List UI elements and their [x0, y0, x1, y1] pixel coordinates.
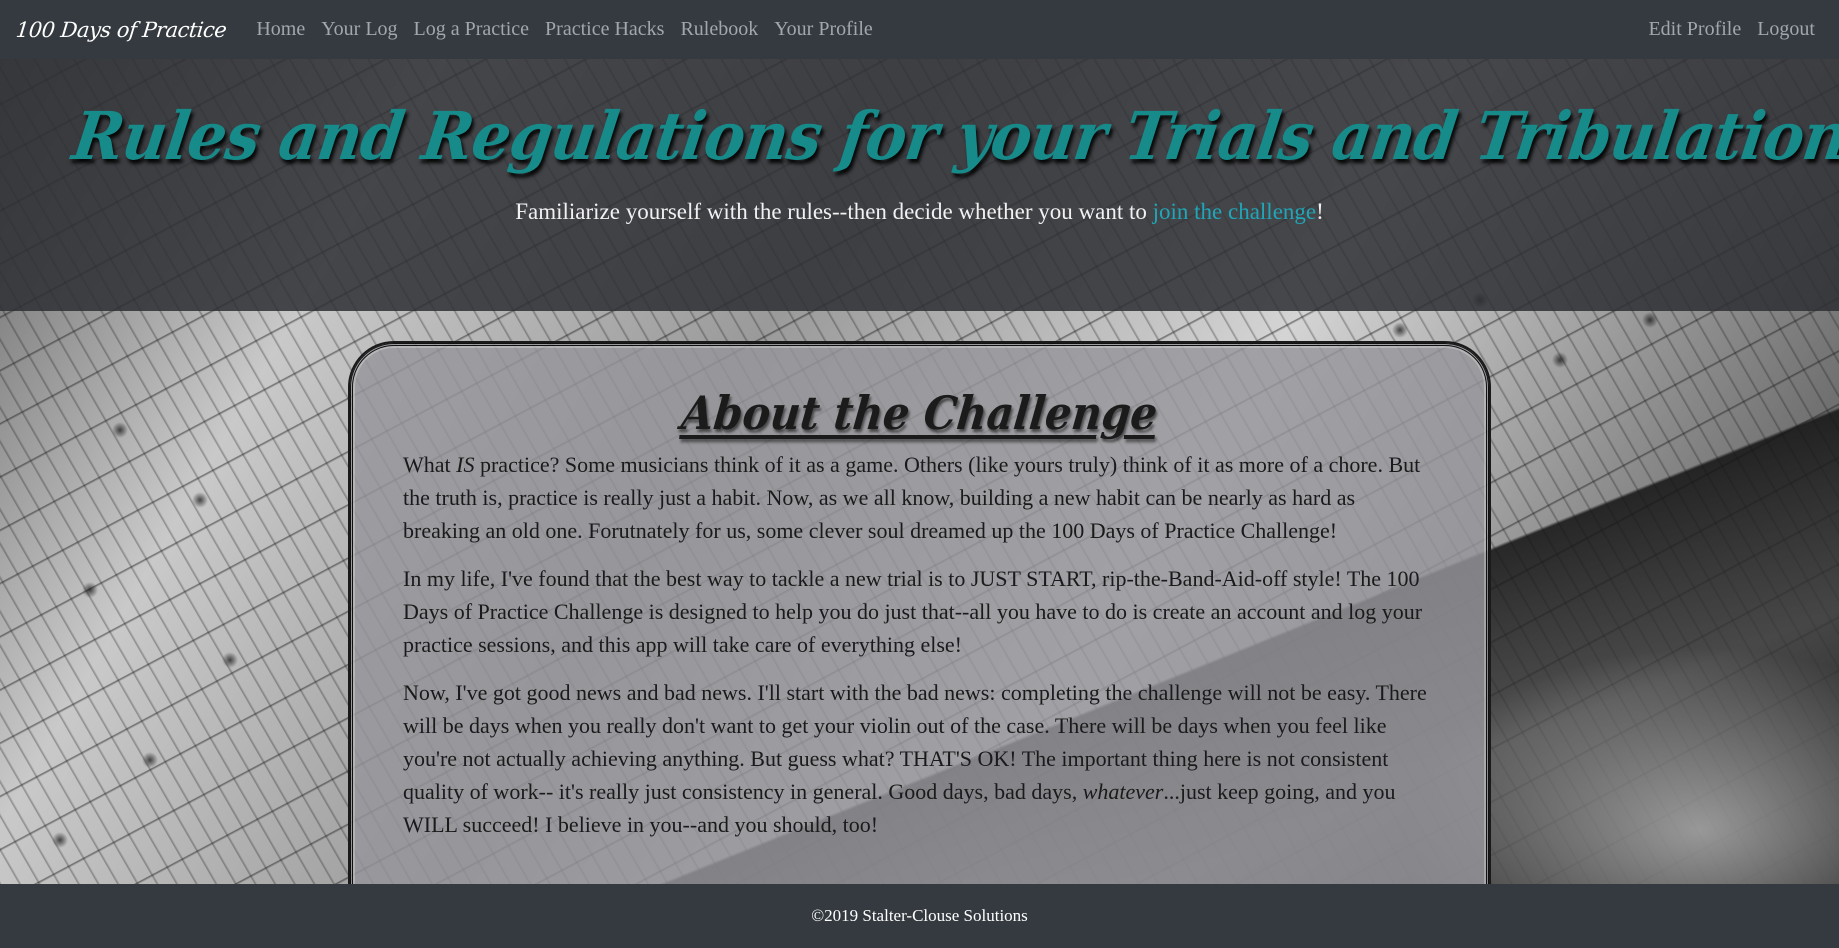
brand-logo-link[interactable]: 100 Days of Practice [15, 18, 228, 42]
nav-link-home[interactable]: Home [248, 18, 313, 41]
paragraph-3: Now, I've got good news and bad news. I'… [403, 676, 1436, 841]
nav-left-group: 100 Days of Practice Home Your Log Log a… [15, 18, 881, 42]
nav-link-your-profile[interactable]: Your Profile [766, 18, 881, 41]
nav-right-group: Edit Profile Logout [1640, 18, 1823, 41]
paragraph-1: What IS practice? Some musicians think o… [403, 448, 1436, 547]
hero-banner: Rules and Regulations for your Trials an… [0, 59, 1839, 311]
nav-link-edit-profile[interactable]: Edit Profile [1640, 18, 1749, 41]
paragraph-2: In my life, I've found that the best way… [403, 566, 1423, 657]
top-navbar: 100 Days of Practice Home Your Log Log a… [0, 0, 1839, 59]
nav-link-your-log[interactable]: Your Log [313, 18, 405, 41]
nav-link-rulebook[interactable]: Rulebook [672, 18, 766, 41]
hero-subtitle-text: Familiarize yourself with the rules--the… [515, 199, 1153, 224]
p3-emphasis: whatever [1082, 779, 1164, 804]
hero-subtitle: Familiarize yourself with the rules--the… [0, 199, 1839, 225]
p1-emphasis: IS [456, 452, 475, 477]
join-challenge-link[interactable]: join the challenge [1153, 199, 1317, 224]
card-title: About the Challenge [678, 386, 1161, 440]
hero-subtitle-end: ! [1316, 199, 1324, 224]
copyright-text: ©2019 Stalter-Clouse Solutions [811, 906, 1028, 925]
nav-link-practice-hacks[interactable]: Practice Hacks [537, 18, 672, 41]
p1-rest: practice? Some musicians think of it as … [403, 452, 1421, 543]
page-footer: ©2019 Stalter-Clouse Solutions [0, 884, 1839, 948]
nav-link-log-a-practice[interactable]: Log a Practice [406, 18, 538, 41]
nav-link-logout[interactable]: Logout [1749, 18, 1823, 41]
p1-start: What [403, 452, 457, 477]
about-challenge-card: About the Challenge What IS practice? So… [350, 343, 1489, 948]
page-title: Rules and Regulations for your Trials an… [68, 97, 1839, 175]
